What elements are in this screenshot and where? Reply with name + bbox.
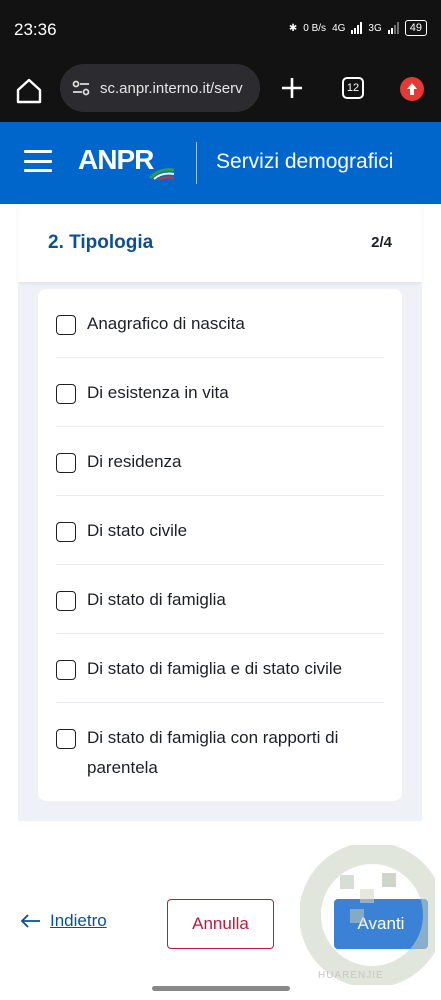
status-icons: ✱ 0 B/s 4G 3G 49 [289, 20, 427, 36]
net-speed: 0 B/s [303, 22, 327, 34]
divider [56, 357, 384, 358]
option-di-stato-civile[interactable]: Di stato civile [56, 520, 384, 546]
divider [56, 426, 384, 427]
home-indicator[interactable] [152, 986, 290, 991]
watermark-text: HUARENJIE [318, 970, 384, 981]
url-bar[interactable]: sc.anpr.interno.it/serv [60, 64, 260, 112]
signal-icon [351, 22, 363, 34]
option-label: Di stato civile [87, 521, 188, 540]
step-title: 2. Tipologia [48, 232, 154, 253]
option-label: Di esistenza in vita [87, 383, 229, 402]
option-di-residenza[interactable]: Di residenza [56, 451, 384, 477]
signal-icon-2 [387, 22, 399, 34]
header-divider [196, 142, 197, 184]
option-famiglia-rapporti-parentela[interactable]: Di stato di famiglia con rapporti di par… [56, 727, 384, 783]
new-tab-icon[interactable] [279, 75, 305, 101]
checkbox[interactable] [56, 729, 76, 749]
divider [56, 633, 384, 634]
browser-toolbar: sc.anpr.interno.it/serv 12 [0, 64, 441, 122]
site-settings-icon[interactable] [70, 77, 92, 99]
arrow-left-icon [20, 914, 40, 928]
back-link[interactable]: Indietro [20, 911, 107, 931]
app-header: ANPR Servizi demografici [0, 122, 441, 204]
option-anagrafico-di-nascita[interactable]: Anagrafico di nascita [56, 313, 384, 339]
checkbox[interactable] [56, 384, 76, 404]
battery-icon: 49 [404, 20, 427, 36]
divider [56, 495, 384, 496]
checkbox[interactable] [56, 522, 76, 542]
bluetooth-icon: ✱ [288, 22, 298, 34]
tab-switcher-button[interactable]: 12 [342, 77, 364, 99]
cancel-button[interactable]: Annulla [167, 899, 274, 949]
options-list: Anagrafico di nascita Di esistenza in vi… [38, 289, 402, 801]
home-icon[interactable] [14, 76, 44, 106]
url-text: sc.anpr.interno.it/serv [100, 79, 243, 97]
flag-swoosh-icon [148, 168, 175, 180]
option-label: Di stato di famiglia con rapporti di par… [87, 728, 339, 777]
checkbox[interactable] [56, 660, 76, 680]
status-bar: 23:36 ✱ 0 B/s 4G 3G 49 [0, 0, 441, 64]
back-label: Indietro [50, 911, 107, 930]
anpr-logo[interactable]: ANPR [78, 144, 154, 176]
option-di-stato-di-famiglia[interactable]: Di stato di famiglia [56, 589, 384, 615]
option-label: Anagrafico di nascita [87, 314, 245, 333]
watermark-logo [300, 845, 435, 985]
status-time: 23:36 [14, 20, 57, 39]
divider [56, 564, 384, 565]
option-label: Di stato di famiglia e di stato civile [87, 659, 343, 678]
network-label-1: 4G [332, 22, 346, 34]
option-famiglia-e-stato-civile[interactable]: Di stato di famiglia e di stato civile [56, 658, 384, 684]
app-title: Servizi demografici [216, 150, 394, 173]
checkbox[interactable] [56, 453, 76, 473]
checkbox[interactable] [56, 315, 76, 335]
network-label-2: 3G [368, 22, 382, 34]
menu-icon[interactable] [24, 150, 52, 172]
update-icon[interactable] [400, 77, 424, 101]
divider [56, 702, 384, 703]
step-header: 2. Tipologia 2/4 [18, 204, 422, 282]
option-di-esistenza-in-vita[interactable]: Di esistenza in vita [56, 382, 384, 408]
option-label: Di stato di famiglia [87, 590, 226, 609]
checkbox[interactable] [56, 591, 76, 611]
step-counter: 2/4 [371, 234, 392, 251]
option-label: Di residenza [87, 452, 182, 471]
